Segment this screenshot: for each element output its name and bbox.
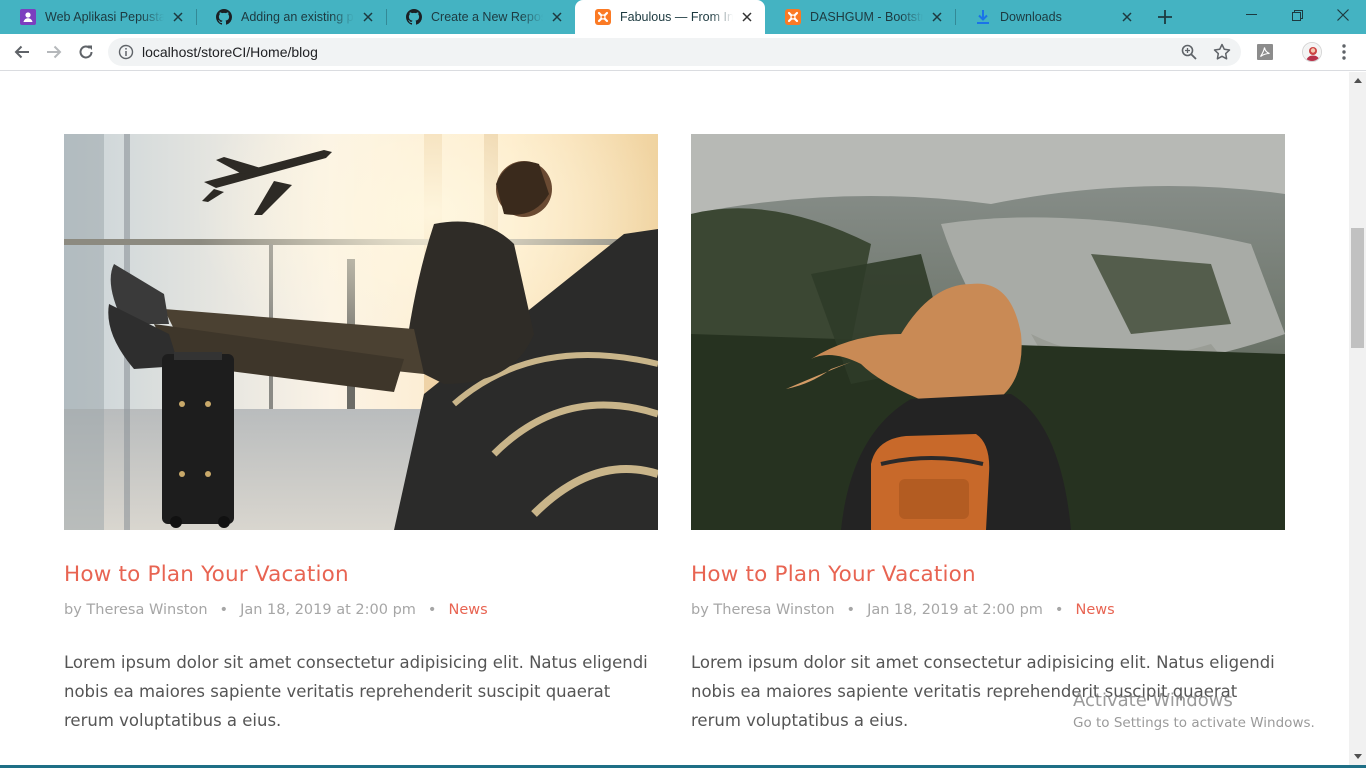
xampp-icon <box>595 9 611 25</box>
meta-separator: • <box>219 602 229 618</box>
post-meta: by Theresa Winston • Jan 18, 2019 at 2:00 … <box>691 602 1285 618</box>
post-author: by Theresa Winston <box>691 602 835 618</box>
new-tab-button[interactable] <box>1153 5 1177 29</box>
chrome-menu-button[interactable] <box>1334 41 1354 63</box>
airport-traveler-photo[interactable] <box>64 134 658 530</box>
post-date: Jan 18, 2019 at 2:00 pm <box>240 602 416 618</box>
bookmark-star-icon[interactable] <box>1213 43 1231 61</box>
close-window-button[interactable] <box>1320 0 1366 30</box>
tab-web-aplikasi[interactable]: Web Aplikasi Pepustakaan <box>0 0 196 34</box>
profile-avatar[interactable] <box>1302 42 1322 62</box>
download-icon <box>975 9 991 25</box>
post-author: by Theresa Winston <box>64 602 208 618</box>
watermark-subtitle: Go to Settings to activate Windows. <box>1073 715 1315 731</box>
tab-title: Create a New Repository <box>431 10 543 24</box>
pdf-extension-icon[interactable] <box>1256 43 1274 61</box>
url-text[interactable]: localhost/storeCI/Home/blog <box>142 38 318 66</box>
close-icon <box>1337 9 1349 21</box>
plus-icon <box>1158 10 1172 24</box>
meta-separator: • <box>846 602 856 618</box>
tab-title: Downloads <box>1000 10 1062 24</box>
forward-button[interactable] <box>40 38 68 66</box>
post-title-link[interactable]: How to Plan Your Vacation <box>691 562 1285 587</box>
post-date: Jan 18, 2019 at 2:00 pm <box>867 602 1043 618</box>
blog-post-card: How to Plan Your Vacation by Theresa Win… <box>691 134 1285 735</box>
page-viewport: How to Plan Your Vacation by Theresa Win… <box>0 72 1349 765</box>
post-category-link[interactable]: News <box>1075 602 1114 618</box>
triangle-down-icon <box>1353 754 1362 759</box>
post-meta: by Theresa Winston • Jan 18, 2019 at 2:00 … <box>64 602 658 618</box>
tab-downloads[interactable]: Downloads <box>955 0 1145 34</box>
xampp-icon <box>785 9 801 25</box>
tab-strip: Web Aplikasi Pepustakaan Adding an exist… <box>0 0 1366 34</box>
scroll-up-button[interactable] <box>1349 72 1366 89</box>
tab-dashgum[interactable]: DASHGUM - Bootstrap <box>765 0 955 34</box>
reload-icon <box>79 45 93 59</box>
meta-separator: • <box>1054 602 1064 618</box>
meta-separator: • <box>427 602 437 618</box>
triangle-up-icon <box>1353 78 1362 83</box>
close-tab-icon[interactable] <box>929 9 945 25</box>
blog-post-card: How to Plan Your Vacation by Theresa Win… <box>64 134 658 735</box>
vertical-scrollbar[interactable] <box>1349 72 1366 765</box>
tab-title: Fabulous — From Indonesia <box>620 10 733 24</box>
tab-adding-existing-project[interactable]: Adding an existing project <box>196 0 386 34</box>
post-excerpt: Lorem ipsum dolor sit amet consectetur a… <box>64 653 648 730</box>
post-title-link[interactable]: How to Plan Your Vacation <box>64 562 658 587</box>
tab-title: DASHGUM - Bootstrap <box>810 10 923 24</box>
minimize-button[interactable] <box>1228 0 1274 30</box>
restore-button[interactable] <box>1274 0 1320 30</box>
close-tab-icon[interactable] <box>739 9 755 25</box>
github-icon <box>216 9 232 25</box>
scroll-thumb[interactable] <box>1351 228 1364 348</box>
more-vert-icon <box>1342 44 1346 60</box>
arrow-right-icon <box>47 45 62 59</box>
close-tab-icon[interactable] <box>170 9 186 25</box>
zoom-icon[interactable] <box>1181 44 1197 60</box>
close-tab-icon[interactable] <box>549 9 565 25</box>
watermark-title: Activate Windows <box>1073 690 1233 711</box>
windows-activation-watermark: Activate Windows Go to Settings to activ… <box>1073 690 1315 731</box>
tab-title: Web Aplikasi Pepustakaan <box>45 10 164 24</box>
restore-icon <box>1291 9 1303 21</box>
back-button[interactable] <box>8 38 36 66</box>
close-tab-icon[interactable] <box>360 9 376 25</box>
address-bar[interactable]: localhost/storeCI/Home/blog <box>108 38 1241 66</box>
mountain-hiker-photo[interactable] <box>691 134 1285 530</box>
tab-fabulous-active[interactable]: Fabulous — From Indonesia <box>575 0 765 34</box>
info-icon[interactable] <box>118 44 134 60</box>
github-icon <box>406 9 422 25</box>
tab-title: Adding an existing project <box>241 10 354 24</box>
purple-app-icon <box>20 9 36 25</box>
post-category-link[interactable]: News <box>448 602 487 618</box>
browser-toolbar: localhost/storeCI/Home/blog <box>0 34 1366 71</box>
tab-create-repository[interactable]: Create a New Repository <box>386 0 575 34</box>
arrow-left-icon <box>14 45 29 59</box>
scroll-down-button[interactable] <box>1349 748 1366 765</box>
reload-button[interactable] <box>72 38 100 66</box>
close-tab-icon[interactable] <box>1119 9 1135 25</box>
minimize-icon <box>1245 14 1257 15</box>
